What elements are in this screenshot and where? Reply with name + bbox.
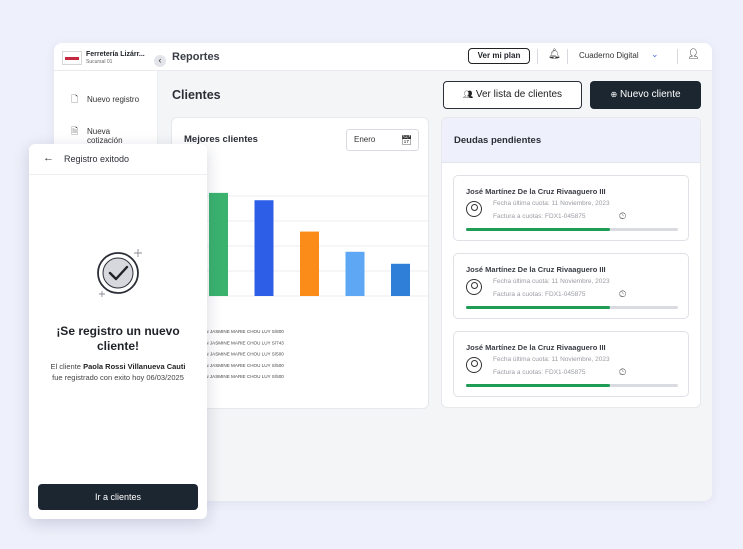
debts-header: Deudas pendientes — [442, 118, 700, 163]
debt-item[interactable]: José Martínez De la Cruz Rivaaguero III … — [453, 331, 689, 397]
document-plus-icon: 🗋︎ — [71, 94, 79, 104]
avatar-icon — [466, 357, 482, 373]
go-to-clients-button[interactable]: Ir a clientes — [38, 484, 198, 510]
success-modal: ← Registro exitodo ¡Se registro un nuevo… — [29, 144, 207, 519]
sidebar-item-nuevo-registro[interactable]: 🗋︎ Nuevo registro — [71, 94, 140, 105]
calendar-icon[interactable]: 📅︎ — [401, 130, 412, 150]
clock-icon: 🕒︎ — [619, 289, 627, 299]
chart-legend-row: IN JASMINE MARIE CHOU LUY S/800 — [204, 329, 284, 334]
debt-progress — [466, 228, 678, 231]
modal-message: El cliente Paola Rossi Villanueva Cauti … — [39, 361, 197, 383]
sidebar-item-label: Nueva cotización — [87, 127, 123, 145]
chart-bar[interactable] — [209, 192, 228, 296]
view-clients-list-label: Ver lista de clientes — [475, 89, 563, 100]
sidebar-item-label: Nuevo registro — [87, 95, 140, 104]
avatar-icon — [466, 279, 482, 295]
bell-icon[interactable]: 🔔︎ — [548, 49, 561, 60]
chart-bar[interactable] — [254, 200, 274, 296]
view-clients-list-button[interactable]: 👥︎ Ver lista de clientes — [443, 81, 582, 109]
chart-legend-row: IN JASMINE MARIE CHOU LUY S/500 — [204, 352, 284, 357]
debt-progress — [466, 306, 678, 309]
view-plan-button[interactable]: Ver mi plan — [468, 48, 530, 64]
pending-debts-card: Deudas pendientes José Martínez De la Cr… — [441, 117, 701, 408]
modal-header: ← Registro exitodo — [29, 144, 207, 175]
back-arrow-icon[interactable]: ← — [43, 152, 54, 164]
debt-last-payment: Fecha última cuota: 11 Noviembre, 2023 — [493, 356, 610, 363]
sidebar-item-nueva-cotizacion[interactable]: 🗎︎ Nueva cotización — [71, 126, 123, 146]
chart-bar[interactable] — [345, 251, 365, 296]
success-check-icon — [97, 249, 142, 297]
debt-client-name: José Martínez De la Cruz Rivaaguero III — [466, 265, 606, 274]
chart-legend-row: IN JASMINE MARIE CHOU LUY S/500 — [204, 374, 284, 379]
notebook-selector[interactable]: Cuaderno Digital — [579, 51, 639, 60]
brand: Ferretería Lizárr... Sucursal 01 — [62, 51, 145, 65]
section-title: Clientes — [172, 88, 221, 102]
collapse-sidebar-button[interactable]: ‹ — [154, 55, 166, 67]
divider — [677, 49, 678, 64]
top-bar: Ferretería Lizárr... Sucursal 01 ‹ Repor… — [54, 43, 712, 71]
chart-legend-row: IN JASMINE MARIE CHOU LUY S/743 — [204, 340, 284, 345]
new-client-button[interactable]: ⊕ Nuevo cliente — [590, 81, 701, 109]
debt-item[interactable]: José Martínez De la Cruz Rivaaguero III … — [453, 175, 689, 241]
debts-title: Deudas pendientes — [454, 135, 542, 146]
month-selector[interactable]: Enero 📅︎ — [346, 129, 419, 151]
page-title: Reportes — [172, 51, 220, 63]
debt-progress — [466, 384, 678, 387]
plus-circle-icon: ⊕ — [610, 90, 618, 99]
best-clients-chart: IN JASMINE MARIE CHOU LUY S/800 IN JASMIN… — [202, 192, 428, 379]
modal-text-suffix: fue registrado con exito hoy 06/03/2025 — [52, 373, 184, 382]
debt-invoice: Factura a cuotas: FDX1-045875 — [493, 291, 586, 298]
debt-invoice: Factura a cuotas: FDX1-045875 — [493, 369, 586, 376]
debt-invoice: Factura a cuotas: FDX1-045875 — [493, 213, 586, 220]
debt-progress-fill — [466, 306, 611, 309]
chevron-down-icon[interactable]: ⌄ — [651, 49, 659, 60]
month-value: Enero — [354, 135, 376, 144]
debt-last-payment: Fecha última cuota: 11 Noviembre, 2023 — [493, 200, 610, 207]
debt-progress-fill — [466, 228, 611, 231]
debt-last-payment: Fecha última cuota: 11 Noviembre, 2023 — [493, 278, 610, 285]
new-client-label: Nuevo cliente — [619, 89, 681, 100]
debt-progress-fill — [466, 384, 611, 387]
best-clients-card: Mejores clientes Enero 📅︎ IN JASMINE MAR… — [171, 117, 429, 409]
chart-bar[interactable] — [300, 231, 319, 296]
brand-branch: Sucursal 01 — [86, 59, 113, 65]
debt-item[interactable]: José Martínez De la Cruz Rivaaguero III … — [453, 253, 689, 319]
divider — [537, 49, 538, 64]
chart-bar[interactable] — [391, 263, 410, 296]
chart-legend-row: IN JASMINE MARIE CHOU LUY S/500 — [204, 363, 284, 368]
modal-text-prefix: El cliente — [50, 362, 81, 371]
avatar-icon — [466, 201, 482, 217]
clock-icon: 🕒︎ — [619, 367, 627, 377]
modal-heading: ¡Se registro un nuevo cliente! — [56, 324, 180, 353]
clock-icon: 🕒︎ — [619, 211, 627, 221]
modal-title: Registro exitodo — [64, 154, 130, 164]
user-icon[interactable]: 👤︎ — [687, 49, 700, 60]
debt-client-name: José Martínez De la Cruz Rivaaguero III — [466, 343, 606, 352]
debt-client-name: José Martínez De la Cruz Rivaaguero III — [466, 187, 606, 196]
brand-name: Ferretería Lizárr... — [86, 51, 145, 58]
brand-logo — [62, 51, 82, 65]
divider — [567, 49, 568, 64]
modal-client-name: Paola Rossi Villanueva Cauti — [83, 362, 186, 371]
users-icon: 👥︎ — [462, 90, 474, 99]
document-list-icon: 🗎︎ — [71, 126, 79, 136]
